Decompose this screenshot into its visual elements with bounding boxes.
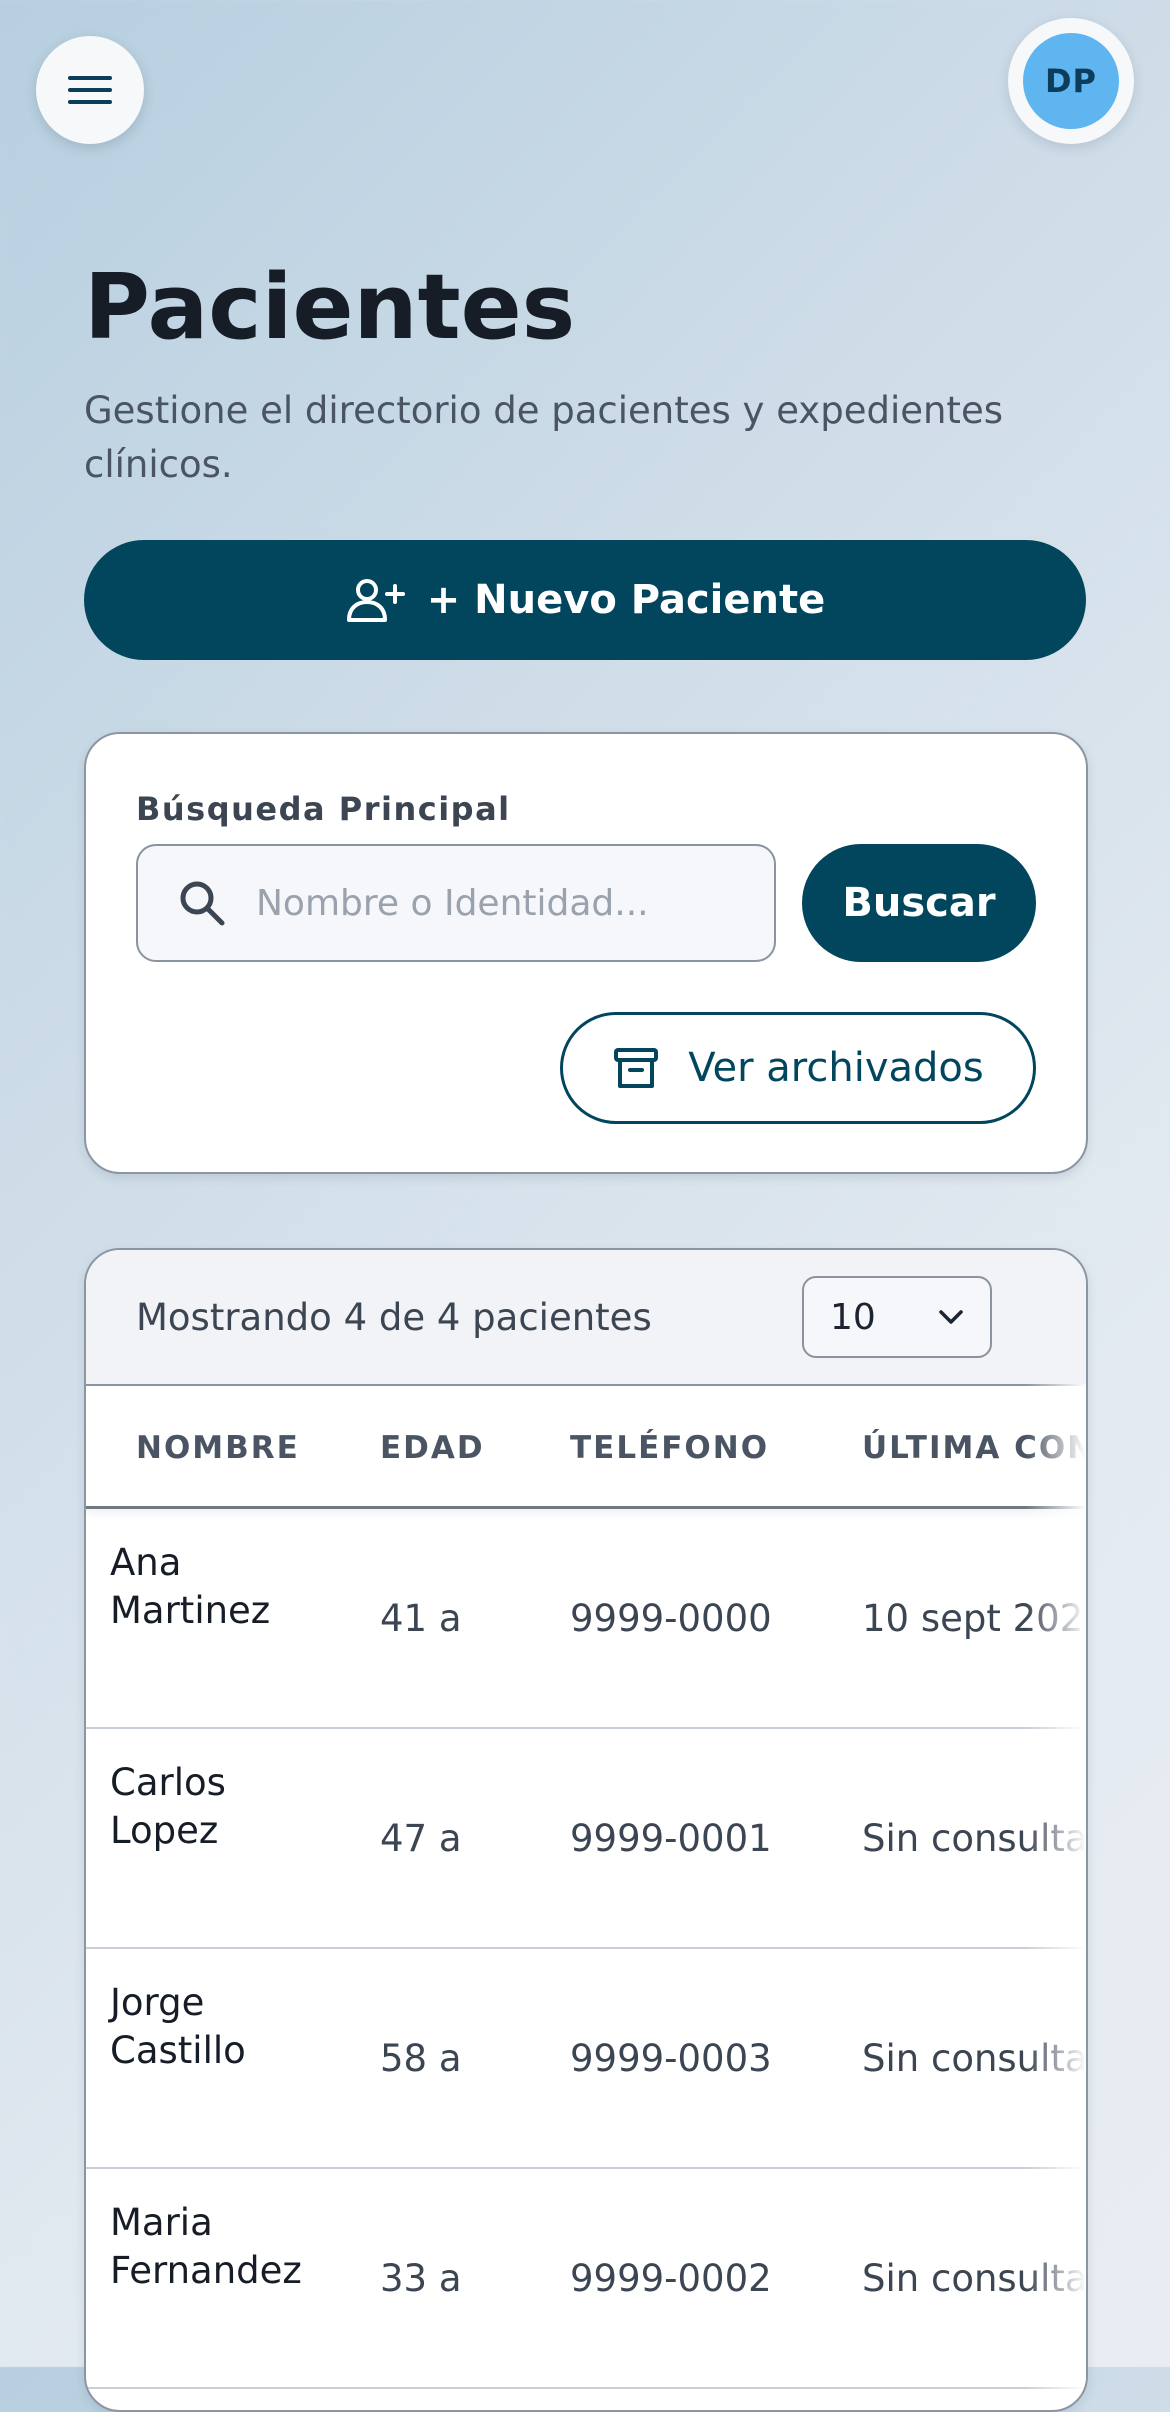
- patient-age: 41 a: [380, 1597, 462, 1640]
- table-row[interactable]: Maria Fernandez 33 a 9999-0002 Sin consu…: [86, 2169, 1086, 2389]
- avatar-button[interactable]: DP: [1008, 18, 1134, 144]
- menu-button[interactable]: [36, 36, 144, 144]
- search-icon: [176, 877, 228, 929]
- patient-phone: 9999-0001: [570, 1817, 772, 1860]
- view-archived-label: Ver archivados: [688, 1045, 984, 1091]
- patient-age: 58 a: [380, 2037, 462, 2080]
- column-header-age[interactable]: EDAD: [380, 1430, 485, 1466]
- patient-phone: 9999-0000: [570, 1597, 772, 1640]
- patient-last-visit: Sin consulta: [862, 2037, 1088, 2080]
- column-header-phone[interactable]: TELÉFONO: [570, 1430, 769, 1466]
- patient-age: 47 a: [380, 1817, 462, 1860]
- column-header-last-visit[interactable]: ÚLTIMA CONSULTA: [862, 1430, 1086, 1466]
- results-count: Mostrando 4 de 4 pacientes: [136, 1296, 652, 1339]
- patient-last-visit: Sin consulta: [862, 2257, 1088, 2300]
- archive-box-icon: [614, 1048, 659, 1088]
- hamburger-menu-icon: [68, 76, 112, 104]
- chevron-down-icon: [939, 1310, 963, 1324]
- search-label: Búsqueda Principal: [136, 790, 511, 828]
- patient-age: 33 a: [380, 2257, 462, 2300]
- patient-last-visit: Sin consulta: [862, 1817, 1088, 1860]
- new-patient-button[interactable]: + Nuevo Paciente: [84, 540, 1086, 660]
- avatar: DP: [1023, 33, 1119, 129]
- view-archived-button[interactable]: Ver archivados: [560, 1012, 1036, 1124]
- table-row[interactable]: Jorge Castillo 58 a 9999-0003 Sin consul…: [86, 1949, 1086, 2169]
- patient-name: Maria Fernandez: [110, 2201, 302, 2292]
- search-field[interactable]: [136, 844, 776, 962]
- search-input[interactable]: [254, 881, 758, 925]
- table-row[interactable]: Carlos Lopez 47 a 9999-0001 Sin consulta: [86, 1729, 1086, 1949]
- patient-phone: 9999-0002: [570, 2257, 772, 2300]
- search-button[interactable]: Buscar: [802, 844, 1036, 962]
- patient-last-visit: 10 sept 2026: [862, 1597, 1088, 1640]
- patient-name: Carlos Lopez: [110, 1761, 226, 1852]
- table-header: NOMBRE EDAD TELÉFONO ÚLTIMA CONSULTA: [86, 1386, 1086, 1509]
- patient-name: Jorge Castillo: [110, 1981, 246, 2072]
- patient-phone: 9999-0003: [570, 2037, 772, 2080]
- new-patient-label: + Nuevo Paciente: [426, 577, 826, 623]
- page-size-value: 10: [830, 1296, 876, 1338]
- column-header-name[interactable]: NOMBRE: [136, 1430, 300, 1466]
- page-title: Pacientes: [84, 255, 576, 360]
- search-card: Búsqueda Principal Buscar Ver archivados: [84, 732, 1088, 1174]
- table-row[interactable]: Ana Martinez 41 a 9999-0000 10 sept 2026: [86, 1509, 1086, 1729]
- patient-name: Ana Martinez: [110, 1541, 271, 1632]
- patients-table-card: Mostrando 4 de 4 pacientes 10 NOMBRE EDA…: [84, 1248, 1088, 2412]
- table-toolbar: Mostrando 4 de 4 pacientes 10: [86, 1250, 1086, 1386]
- page-size-select[interactable]: 10: [802, 1276, 992, 1358]
- page-subtitle: Gestione el directorio de pacientes y ex…: [84, 389, 1003, 486]
- user-plus-icon: [346, 579, 405, 622]
